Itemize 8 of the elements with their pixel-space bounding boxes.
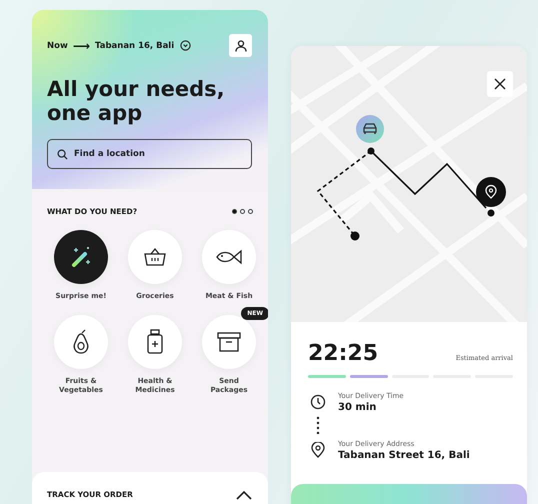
delivery-time-label: Now [47, 40, 68, 50]
detail-value: 30 min [338, 402, 378, 413]
arrow-text: ⟶ [72, 38, 90, 52]
arrival-time: 22:25 [308, 342, 378, 366]
location-label[interactable]: Tabanan 16, Bali [95, 40, 174, 50]
search-field[interactable]: Find a location [47, 139, 252, 169]
detail-value: Tabanan Street 16, Bali [338, 450, 470, 461]
headline: All your needs, one app [47, 77, 226, 125]
